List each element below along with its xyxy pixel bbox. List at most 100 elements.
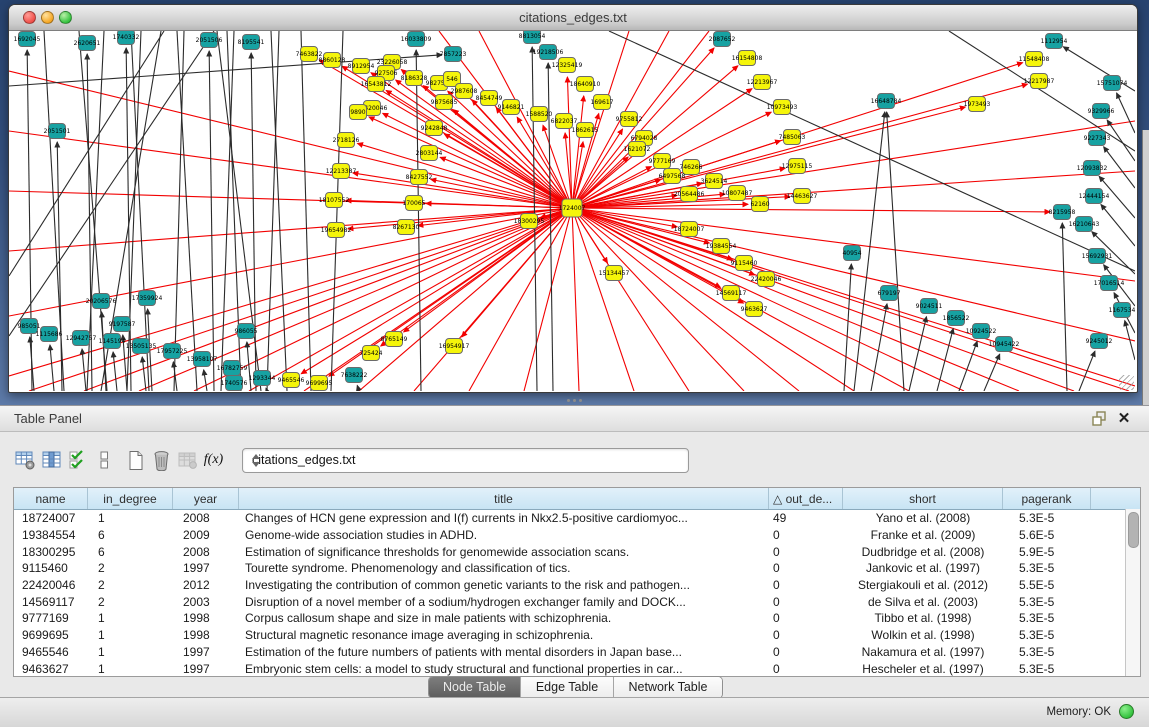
network-canvas[interactable]: 1830029574638228860128891295423226058927… [9,31,1135,391]
cell-short: de Silva et al. (2003) [843,595,1003,609]
cell-pagerank: 5.6E-5 [1003,528,1091,542]
node-label: 18724007 [674,226,705,233]
function-builder-icon: f(x) [204,452,223,468]
column-header-title[interactable]: title [239,488,769,509]
memory-status-indicator[interactable] [1119,704,1134,719]
cell-out-de-: 49 [769,511,843,525]
cell-out-de-: 0 [769,645,843,659]
node-label: 2718126 [333,137,360,144]
cell-short: Nakamura et al. (1997) [843,645,1003,659]
column-header-year[interactable]: year [173,488,239,509]
citation-edge-red [572,208,854,391]
float-panel-icon[interactable] [1091,410,1109,427]
node-label: 6794028 [631,135,658,142]
citation-edge-black [142,357,146,391]
table-row[interactable]: 1938455462009Genome-wide association stu… [14,527,1140,544]
create-column-button[interactable] [124,447,147,474]
tab-edge-table[interactable]: Edge Table [521,677,614,698]
zoom-window-button[interactable] [59,11,72,24]
table-vertical-scrollbar[interactable] [1125,509,1140,676]
table-mode-tabs: Node Table Edge Table Network Table [428,676,723,699]
minimize-window-button[interactable] [41,11,54,24]
table-row[interactable]: 946554611997Estimation of the future num… [14,644,1140,661]
delete-table-button[interactable] [176,447,199,474]
column-header-name[interactable]: name [14,488,88,509]
node-label: 1862615 [572,127,599,134]
node-label: 12217987 [1024,78,1055,85]
column-header-out-de-[interactable]: △ out_de... [769,488,843,509]
row-options-button[interactable] [92,447,115,474]
column-header-pagerank[interactable]: pagerank [1003,488,1091,509]
table-panel-titlebar: Table Panel ✕ [0,406,1149,432]
node-label: 2987608 [451,88,478,95]
select-columns-button[interactable] [66,447,89,474]
node-label: 16210643 [1069,221,1100,228]
column-header-in-degree[interactable]: in_degree [88,488,173,509]
node-label: 6822037 [551,118,578,125]
tab-node-table[interactable]: Node Table [429,677,521,698]
node-label: 927506 [375,70,398,77]
modify-table-button[interactable] [14,447,37,474]
node-label: 15692931 [1082,253,1113,260]
status-bar: Memory: OK [0,697,1149,727]
scrollbar-thumb[interactable] [1128,512,1139,548]
cell-name: 18300295 [14,545,88,559]
delete-column-button[interactable] [150,447,173,474]
cell-title: Changes of HCN gene expression and I(f) … [239,511,769,525]
node-label: 19654982 [321,227,352,234]
node-label: 2620651 [74,40,101,47]
table-row[interactable]: 969969511998Structural magnetic resonanc… [14,627,1140,644]
close-window-button[interactable] [23,11,36,24]
node-label: 1621072 [624,146,651,153]
node-label: 12975115 [782,163,813,170]
table-selector-dropdown[interactable]: citations_edges.txt [242,448,689,473]
citation-edge-black [82,349,86,391]
node-label: 16648784 [871,98,902,105]
show-columns-button[interactable] [40,447,63,474]
node-label: 2803144 [416,150,443,157]
cell-out-de-: 0 [769,611,843,625]
node-label: 15134457 [599,270,630,277]
table-row[interactable]: 946362711997Embryonic stem cells: a mode… [14,660,1140,677]
citation-edge-red [572,208,1050,212]
node-label: 169617 [591,99,614,106]
close-panel-icon[interactable]: ✕ [1115,410,1133,427]
function-builder-button[interactable]: f(x) [202,447,225,474]
column-header-short[interactable]: short [843,488,1003,509]
cell-year: 2012 [173,578,239,592]
node-label: 8427552 [406,174,433,181]
node-label: 16033809 [401,36,432,43]
attribute-table[interactable]: namein_degreeyeartitle△ out_de...shortpa… [13,487,1141,677]
cell-pagerank: 5.3E-5 [1003,611,1091,625]
node-label: 16543812 [361,81,392,88]
node-label: 1724007 [559,205,586,212]
table-row[interactable]: 911546021997Tourette syndrome. Phenomeno… [14,560,1140,577]
split-pane-handle[interactable] [567,398,583,403]
cell-year: 2008 [173,511,239,525]
citation-network-graph[interactable]: 1830029574638228860128891295423226058927… [9,31,1135,391]
citation-edge-black [174,31,184,391]
cell-short: Hescheler et al. (1997) [843,662,1003,676]
node-label: 546 [446,76,458,83]
cell-title: Investigating the contribution of common… [239,578,769,592]
network-window-title: citations_edges.txt [9,5,1137,30]
cell-in-degree: 2 [88,561,173,575]
table-row[interactable]: 1872400712008Changes of HCN gene express… [14,510,1140,527]
network-window-titlebar[interactable]: citations_edges.txt [9,5,1137,31]
cell-name: 18724007 [14,511,88,525]
citation-edge-red [194,208,572,391]
node-label: 1145194 [99,338,126,345]
node-label: 9115460 [731,260,758,267]
citation-edge-black [331,31,343,391]
citation-edge-red [9,208,572,376]
table-row[interactable]: 977716911998Corpus callosum shape and si… [14,610,1140,627]
table-row[interactable]: 2242004622012Investigating the contribut… [14,577,1140,594]
cell-name: 9115460 [14,561,88,575]
cell-short: Jankovic et al. (1997) [843,561,1003,575]
cell-title: Embryonic stem cells: a model to study s… [239,662,769,676]
table-row[interactable]: 1456911722003Disruption of a novel membe… [14,593,1140,610]
window-resize-grip[interactable] [1119,375,1134,390]
node-label: 8860128 [319,57,346,64]
table-row[interactable]: 1830029562008Estimation of significance … [14,543,1140,560]
tab-network-table[interactable]: Network Table [614,677,722,698]
